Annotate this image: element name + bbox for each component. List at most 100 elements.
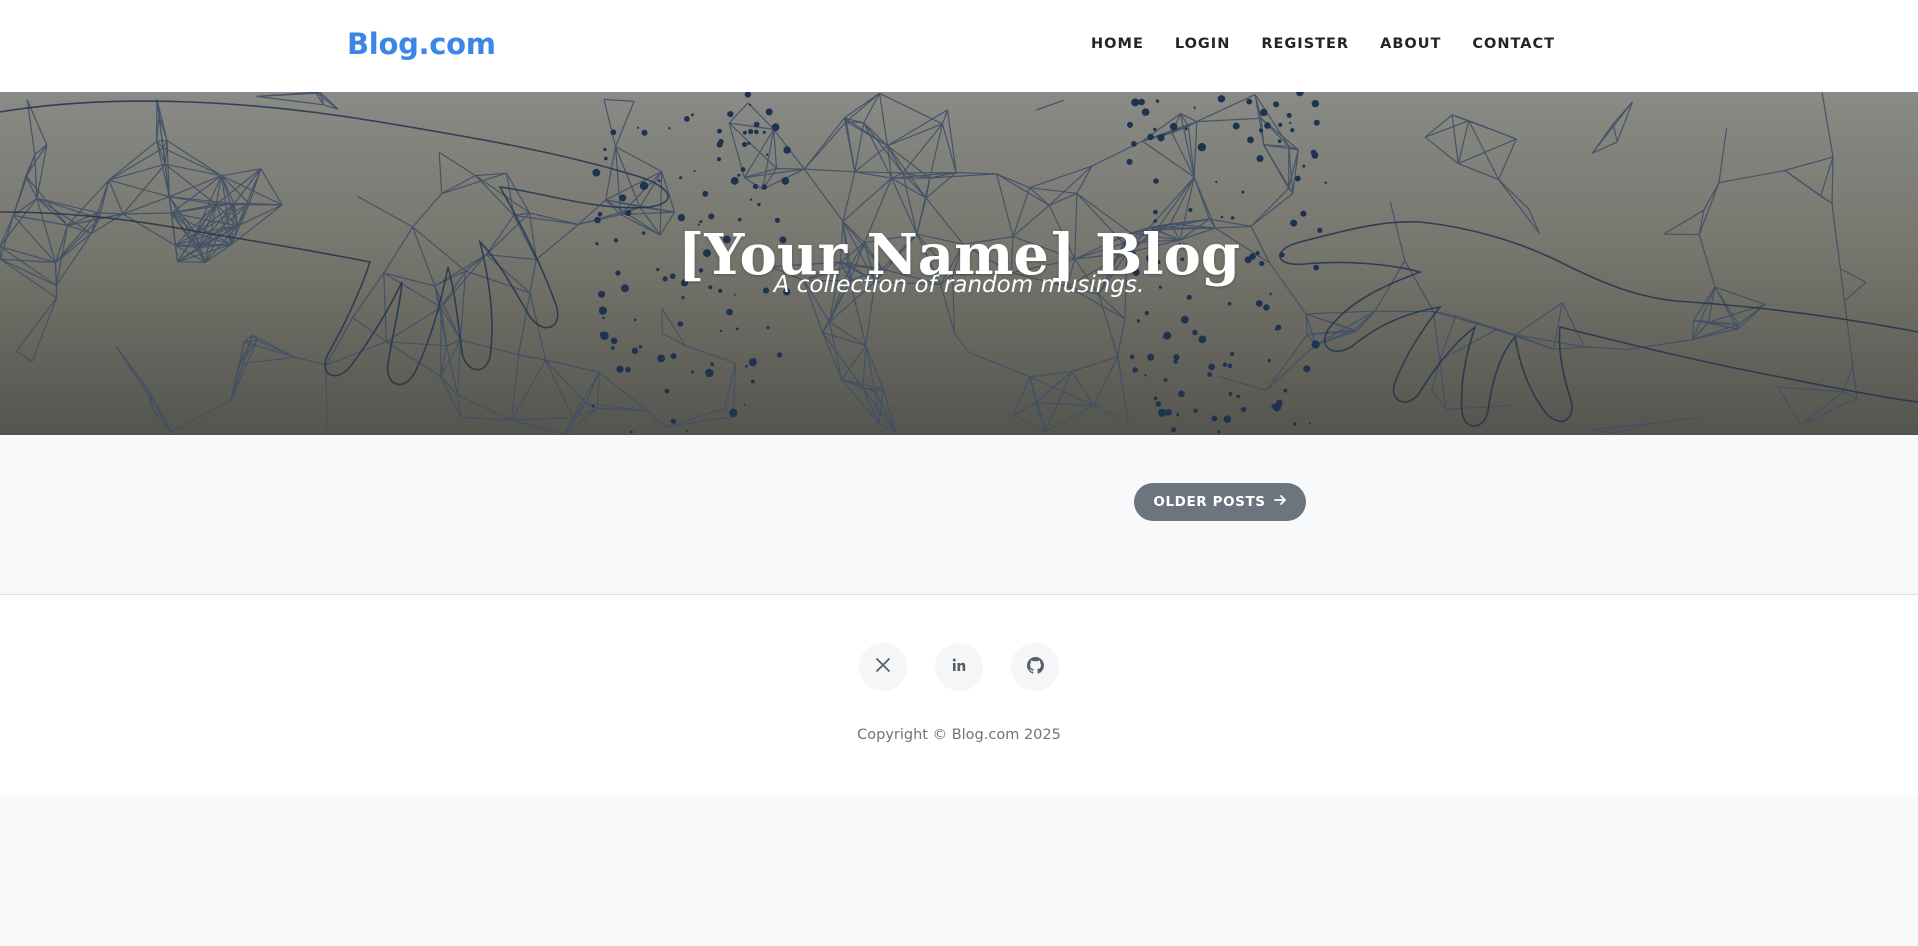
network-dot (641, 129, 648, 136)
mesh-line (685, 345, 736, 364)
mesh-line (1117, 356, 1129, 423)
mesh-line (1468, 120, 1517, 140)
network-dot (1311, 99, 1320, 108)
mesh-line (147, 393, 173, 433)
arrow-right-icon (1273, 494, 1287, 510)
network-dot (1275, 402, 1282, 410)
network-dot (1215, 180, 1218, 183)
mesh-line (325, 341, 387, 366)
nav-link-register[interactable]: REGISTER (1261, 34, 1349, 54)
mesh-line (1305, 310, 1376, 315)
mesh-line (545, 359, 574, 418)
mesh-line (1048, 192, 1078, 206)
network-dot (1136, 319, 1141, 323)
mesh-line (1044, 371, 1073, 432)
github-link[interactable] (1011, 643, 1059, 691)
mesh-line (865, 345, 876, 392)
network-dot (1324, 181, 1327, 184)
mesh-line (1718, 127, 1728, 183)
nav-link-home[interactable]: HOME (1091, 34, 1144, 54)
network-dot (638, 345, 643, 349)
mesh-line (256, 95, 324, 106)
main-content: OLDER POSTS (0, 435, 1918, 594)
mesh-line (36, 197, 98, 214)
network-dot (1296, 92, 1304, 97)
mesh-line (1029, 187, 1077, 194)
mesh-line (728, 122, 778, 170)
mesh-line (1553, 346, 1585, 350)
navbar-translucent-band (0, 54, 1918, 92)
network-dot (765, 153, 769, 156)
network-dot (1178, 390, 1185, 398)
network-dot (1264, 122, 1271, 129)
network-dot (1236, 394, 1240, 399)
network-dot (1278, 122, 1283, 127)
brand-link[interactable]: Blog.com (347, 24, 496, 64)
mesh-line (1451, 114, 1459, 164)
network-dot (761, 184, 767, 190)
nav-link-about[interactable]: ABOUT (1380, 34, 1441, 54)
mesh-line (1820, 156, 1834, 197)
x-twitter-link[interactable] (859, 643, 907, 691)
network-dot (1192, 329, 1198, 336)
hero-header: [Your Name] Blog A collection of random … (0, 92, 1918, 435)
older-posts-button[interactable]: OLDER POSTS (1134, 483, 1306, 521)
network-dot (766, 326, 770, 330)
network-dot (670, 418, 677, 424)
mesh-line (1831, 156, 1834, 204)
network-dot (762, 130, 766, 134)
network-dot (600, 331, 609, 340)
linkedin-link[interactable] (935, 643, 983, 691)
mesh-line (564, 407, 598, 435)
mesh-line (385, 341, 442, 378)
x-icon (875, 657, 891, 677)
network-dot (1222, 362, 1228, 367)
network-dot (1232, 122, 1240, 130)
mesh-line (647, 410, 666, 428)
mesh-line (475, 175, 530, 214)
network-dot (633, 318, 637, 322)
network-dot (597, 212, 603, 217)
network-dot (1228, 391, 1233, 396)
network-dot (749, 198, 753, 201)
mesh-line (891, 177, 927, 199)
mesh-line (1498, 179, 1530, 210)
network-dot (729, 408, 738, 417)
mesh-line (661, 308, 663, 334)
mesh-line (230, 340, 258, 401)
network-dot (1263, 304, 1270, 311)
network-dot (1260, 108, 1268, 117)
network-dot (1158, 408, 1167, 417)
network-dot (1303, 365, 1311, 373)
network-dot (744, 92, 752, 98)
network-dot (1309, 422, 1311, 425)
mesh-line (1584, 346, 1628, 351)
mesh-line (661, 171, 676, 213)
mesh-line (773, 129, 778, 169)
network-dot (748, 128, 754, 135)
mesh-line (863, 93, 881, 124)
mesh-line (171, 399, 231, 433)
network-dot (1144, 374, 1147, 377)
mesh-line (1093, 404, 1129, 424)
network-dot (1283, 388, 1288, 393)
network-dot (631, 347, 639, 355)
mesh-line (1353, 310, 1376, 331)
network-dot (691, 370, 695, 374)
mesh-line (1589, 429, 1615, 434)
network-dot (777, 352, 783, 358)
mesh-line (230, 341, 245, 401)
network-dot (1208, 363, 1216, 371)
mesh-line (1142, 132, 1173, 142)
network-dot (749, 103, 752, 106)
network-dot (1230, 351, 1235, 356)
mesh-line (1457, 120, 1470, 164)
nav-link-login[interactable]: LOGIN (1175, 34, 1230, 54)
mesh-line (1842, 365, 1854, 393)
network-dot (657, 354, 665, 363)
mesh-line (156, 139, 168, 142)
network-dot (1267, 358, 1272, 363)
network-dot (616, 365, 624, 373)
nav-link-contact[interactable]: CONTACT (1472, 34, 1555, 54)
network-dot (747, 141, 751, 145)
